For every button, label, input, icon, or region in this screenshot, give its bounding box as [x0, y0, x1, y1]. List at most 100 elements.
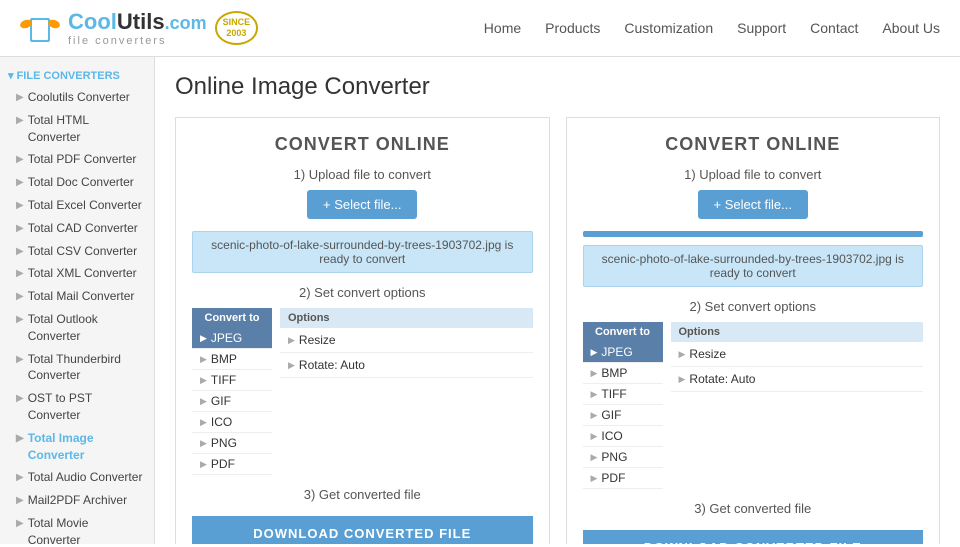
format-item-1-1[interactable]: ▶ BMP — [583, 363, 663, 384]
nav-home[interactable]: Home — [484, 20, 521, 36]
sidebar-arrow-4: ▶ — [16, 199, 24, 213]
convert-options-0: Convert to ▶ JPEG ▶ BMP ▶ TIFF ▶ GIF ▶ I… — [192, 308, 533, 475]
sidebar-item-label-1: Total HTML Converter — [28, 112, 144, 146]
sidebar-item-label-3: Total Doc Converter — [28, 174, 144, 191]
sidebar-item-8[interactable]: ▶ Total Mail Converter — [0, 285, 154, 308]
format-item-1-2[interactable]: ▶ TIFF — [583, 384, 663, 405]
sidebar-arrow-9: ▶ — [16, 313, 24, 327]
options-header-1: Options — [671, 322, 924, 342]
format-item-0-5[interactable]: ▶ PNG — [192, 433, 272, 454]
sidebar-arrow-7: ▶ — [16, 267, 24, 281]
step1-label-1: 1) Upload file to convert — [583, 167, 924, 182]
convert-options-1: Convert to ▶ JPEG ▶ BMP ▶ TIFF ▶ GIF ▶ I… — [583, 322, 924, 489]
sidebar-item-11[interactable]: ▶OST to PST Converter — [0, 387, 154, 427]
sidebar-item-14[interactable]: ▶Mail2PDF Archiver — [0, 489, 154, 512]
format-label-0-6: PDF — [211, 457, 235, 471]
sidebar-item-0[interactable]: ▶ Coolutils Converter — [0, 86, 154, 109]
option-label-1-1: Rotate: Auto — [689, 372, 755, 386]
nav-customization[interactable]: Customization — [624, 20, 713, 36]
sidebar-item-label-0: Coolutils Converter — [28, 89, 144, 106]
format-item-0-6[interactable]: ▶ PDF — [192, 454, 272, 475]
convert-to-header-1: Convert to — [583, 322, 663, 342]
sidebar-item-label-2: Total PDF Converter — [28, 151, 144, 168]
options-header-0: Options — [280, 308, 533, 328]
sidebar-item-1[interactable]: ▶ Total HTML Converter — [0, 109, 154, 149]
nav-support[interactable]: Support — [737, 20, 786, 36]
sidebar-item-9[interactable]: ▶ Total Outlook Converter — [0, 308, 154, 348]
sidebar-item-5[interactable]: ▶Total CAD Converter — [0, 217, 154, 240]
option-item-0-0[interactable]: ▶ Resize — [280, 328, 533, 353]
convert-to-header-0: Convert to — [192, 308, 272, 328]
select-file-btn-0[interactable]: + Select file... — [307, 190, 417, 219]
format-label-1-2: TIFF — [601, 387, 626, 401]
sidebar-item-13[interactable]: ▶Total Audio Converter — [0, 466, 154, 489]
option-label-0-0: Resize — [299, 333, 336, 347]
sidebar-item-label-6: Total CSV Converter — [28, 243, 144, 260]
sidebar-item-label-9: Total Outlook Converter — [28, 311, 144, 345]
sidebar-arrow-8: ▶ — [16, 290, 24, 304]
nav-contact[interactable]: Contact — [810, 20, 858, 36]
sidebar-item-label-15: Total Movie Converter — [28, 515, 144, 544]
select-file-btn-1[interactable]: + Select file... — [698, 190, 808, 219]
sidebar-item-7[interactable]: ▶Total XML Converter — [0, 262, 154, 285]
sidebar-arrow-0: ▶ — [16, 91, 24, 105]
sidebar-item-10[interactable]: ▶Total Thunderbird Converter — [0, 348, 154, 388]
converters-row: CONVERT ONLINE 1) Upload file to convert… — [175, 117, 940, 544]
sidebar-item-2[interactable]: ▶Total PDF Converter — [0, 148, 154, 171]
option-label-1-0: Resize — [689, 347, 726, 361]
format-item-0-0[interactable]: ▶ JPEG — [192, 328, 272, 349]
sidebar-item-label-8: Total Mail Converter — [28, 288, 144, 305]
sidebar-arrow-5: ▶ — [16, 222, 24, 236]
main-content: Online Image Converter CONVERT ONLINE 1)… — [155, 57, 960, 544]
format-item-1-0[interactable]: ▶ JPEG — [583, 342, 663, 363]
format-arrow-0-3: ▶ — [200, 396, 207, 407]
page-title: Online Image Converter — [175, 73, 940, 101]
option-item-1-0[interactable]: ▶ Resize — [671, 342, 924, 367]
sidebar-item-label-13: Total Audio Converter — [28, 469, 144, 486]
sidebar-item-12[interactable]: ▶Total Image Converter — [0, 427, 154, 467]
format-item-0-3[interactable]: ▶ GIF — [192, 391, 272, 412]
format-item-0-4[interactable]: ▶ ICO — [192, 412, 272, 433]
format-arrow-1-3: ▶ — [591, 410, 598, 421]
file-ready-bar-1: scenic-photo-of-lake-surrounded-by-trees… — [583, 245, 924, 287]
sidebar-item-label-12: Total Image Converter — [28, 430, 144, 464]
download-btn-0[interactable]: DOWNLOAD CONVERTED FILE — [192, 516, 533, 544]
format-item-0-2[interactable]: ▶ TIFF — [192, 370, 272, 391]
nav-products[interactable]: Products — [545, 20, 600, 36]
sidebar-item-15[interactable]: ▶ Total Movie Converter — [0, 512, 154, 544]
format-item-1-5[interactable]: ▶ PNG — [583, 447, 663, 468]
format-arrow-1-4: ▶ — [591, 431, 598, 442]
format-item-0-1[interactable]: ▶ BMP — [192, 349, 272, 370]
option-item-0-1[interactable]: ▶ Rotate: Auto — [280, 353, 533, 378]
format-item-1-6[interactable]: ▶ PDF — [583, 468, 663, 489]
convert-online-title-0: CONVERT ONLINE — [192, 134, 533, 155]
sidebar-arrow-1: ▶ — [16, 114, 24, 128]
option-label-0-1: Rotate: Auto — [299, 358, 365, 372]
option-arrow-1-0: ▶ — [679, 349, 686, 360]
format-label-0-0: JPEG — [211, 331, 242, 345]
convert-to-col-0: Convert to ▶ JPEG ▶ BMP ▶ TIFF ▶ GIF ▶ I… — [192, 308, 272, 475]
main-nav: Home Products Customization Support Cont… — [484, 20, 940, 36]
format-item-1-3[interactable]: ▶ GIF — [583, 405, 663, 426]
sidebar-item-3[interactable]: ▶ Total Doc Converter — [0, 171, 154, 194]
progress-bar-1 — [583, 231, 924, 237]
logo-since: SINCE 2003 — [215, 11, 259, 45]
sidebar-arrow-3: ▶ — [16, 176, 24, 190]
format-arrow-1-5: ▶ — [591, 452, 598, 463]
nav-about[interactable]: About Us — [882, 20, 940, 36]
format-label-0-1: BMP — [211, 352, 237, 366]
format-arrow-0-0: ▶ — [200, 333, 207, 344]
option-item-1-1[interactable]: ▶ Rotate: Auto — [671, 367, 924, 392]
step2-label-1: 2) Set convert options — [583, 299, 924, 314]
sidebar-arrow-14: ▶ — [16, 494, 24, 508]
format-item-1-4[interactable]: ▶ ICO — [583, 426, 663, 447]
converter-panel-1: CONVERT ONLINE 1) Upload file to convert… — [566, 117, 941, 544]
sidebar-section-header: ▾ FILE CONVERTERS — [0, 65, 154, 86]
step3-label-1: 3) Get converted file — [583, 501, 924, 516]
sidebar-item-6[interactable]: ▶Total CSV Converter — [0, 240, 154, 263]
download-btn-1[interactable]: DOWNLOAD CONVERTED FILE — [583, 530, 924, 544]
options-col-0: Options ▶ Resize ▶ Rotate: Auto — [280, 308, 533, 475]
sidebar-arrow-10: ▶ — [16, 353, 24, 367]
sidebar-item-4[interactable]: ▶Total Excel Converter — [0, 194, 154, 217]
sidebar-arrow-15: ▶ — [16, 517, 24, 531]
